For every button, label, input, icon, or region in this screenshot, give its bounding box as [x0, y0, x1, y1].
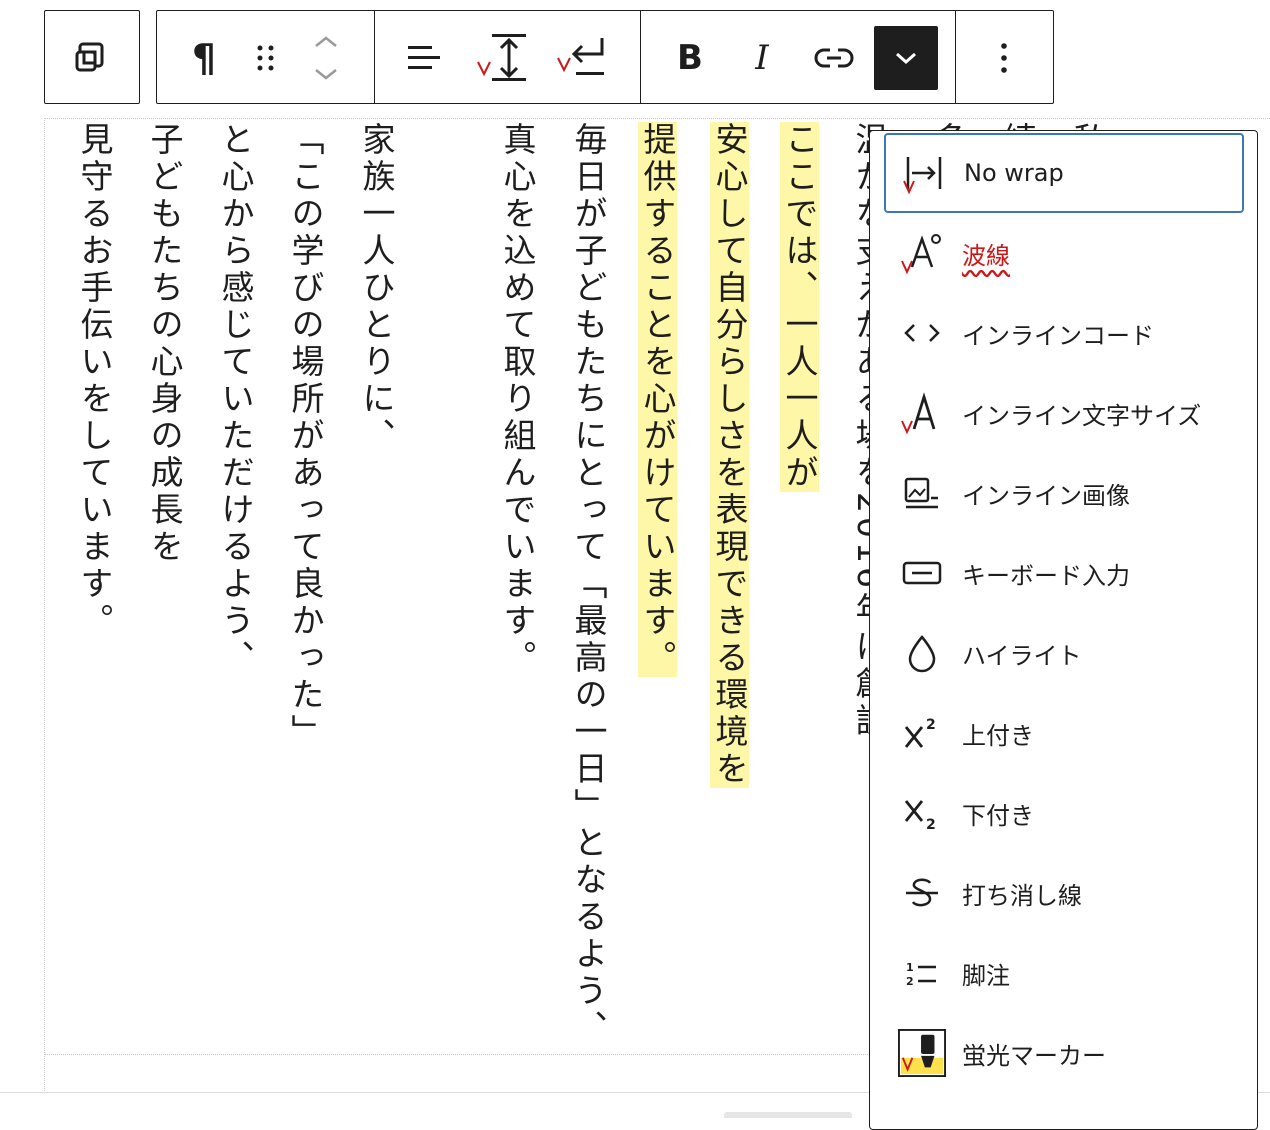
align-button[interactable]	[392, 26, 456, 90]
link-button[interactable]	[802, 26, 866, 90]
menu-item-keyboard-input[interactable]: キーボード入力	[884, 533, 1244, 613]
italic-icon: I	[755, 38, 769, 78]
code-icon	[898, 309, 946, 357]
footnote-icon: 1 2	[898, 949, 946, 997]
menu-item-label: インライン画像	[962, 481, 1130, 510]
droplet-icon	[898, 629, 946, 677]
text-column-3: 安心して自分らしさを表現できる環境を	[710, 122, 749, 788]
text-column-11: 見守るお手伝いをしています。	[75, 122, 114, 640]
svg-text:2: 2	[926, 717, 936, 733]
drag-handle-icon	[257, 45, 274, 71]
menu-item-label: 打ち消し線	[962, 881, 1082, 910]
menu-item-footnote[interactable]: 1 2 脚注	[884, 933, 1244, 1013]
transform-block-button[interactable]	[60, 26, 124, 90]
line-height-icon	[477, 34, 526, 81]
text-column-4: 提供することを心がけています。	[638, 122, 677, 677]
menu-item-label: キーボード入力	[962, 561, 1130, 590]
menu-item-highlighter-marker[interactable]: 蛍光マーカー	[884, 1013, 1244, 1093]
paragraph-button[interactable]: ¶	[172, 26, 236, 90]
block-transform-icon	[75, 42, 104, 72]
font-size-icon	[898, 389, 946, 437]
superscript-icon: 2	[898, 709, 946, 757]
text-column-2: ここでは、一人一人が	[780, 122, 819, 492]
more-vertical-icon	[1001, 43, 1007, 73]
svg-text:1: 1	[906, 961, 914, 974]
svg-text:2: 2	[906, 975, 914, 988]
block-outline-top	[44, 118, 1270, 119]
toolbar-divider	[374, 11, 375, 103]
bold-icon: B	[677, 38, 703, 78]
menu-item-inline-code[interactable]: インラインコード	[884, 293, 1244, 373]
menu-item-label: 蛍光マーカー	[962, 1041, 1106, 1070]
menu-item-label: 脚注	[962, 961, 1010, 990]
menu-item-label: No wrap	[964, 159, 1064, 187]
more-rich-text-button[interactable]	[874, 26, 938, 90]
text-column-9: と心から感じていただけるよう、	[216, 122, 255, 677]
menu-item-label: 上付き	[962, 721, 1034, 750]
chevron-down-icon	[896, 52, 916, 65]
chevron-up-down-icon	[315, 36, 337, 80]
pilcrow-icon: ¶	[191, 36, 217, 80]
keyboard-icon	[898, 549, 946, 597]
menu-item-strikethrough[interactable]: 打ち消し線	[884, 853, 1244, 933]
highlighter-marker-icon	[898, 1029, 946, 1077]
text-column-8: 「この学びの場所があって良かった」	[286, 122, 325, 751]
drag-handle-button[interactable]	[234, 26, 298, 90]
menu-item-inline-image[interactable]: インライン画像	[884, 453, 1244, 533]
line-break-button[interactable]	[550, 26, 614, 90]
menu-item-label: 波線	[962, 241, 1010, 270]
svg-text:2: 2	[926, 817, 936, 833]
menu-item-label: インライン文字サイズ	[962, 401, 1202, 430]
bold-button[interactable]: B	[658, 26, 722, 90]
menu-item-wavy[interactable]: 波線	[884, 213, 1244, 293]
menu-item-label: インラインコード	[962, 321, 1154, 350]
block-outline-left	[44, 118, 45, 1093]
menu-item-superscript[interactable]: 2 上付き	[884, 693, 1244, 773]
text-column-10: 子どもたちの心身の成長を	[145, 122, 184, 566]
move-up-down-button[interactable]	[294, 26, 358, 90]
text-column-5: 毎日が子どもたちにとって「最高の一日」となるよう、	[569, 122, 608, 1047]
menu-item-subscript[interactable]: 2 下付き	[884, 773, 1244, 853]
rich-text-formats-menu: No wrap 波線 インラインコード インライン文字サイズ インライン画像 キ…	[869, 130, 1258, 1130]
menu-item-inline-font-size[interactable]: インライン文字サイズ	[884, 373, 1244, 453]
toolbar-divider	[640, 11, 641, 103]
no-wrap-icon	[900, 149, 948, 197]
options-button[interactable]	[972, 26, 1036, 90]
align-left-icon	[408, 46, 440, 69]
menu-item-label: 下付き	[962, 801, 1034, 830]
italic-button[interactable]: I	[730, 26, 794, 90]
menu-item-no-wrap[interactable]: No wrap	[884, 133, 1244, 213]
menu-item-highlight[interactable]: ハイライト	[884, 613, 1244, 693]
subscript-icon: 2	[898, 789, 946, 837]
strikethrough-icon	[898, 869, 946, 917]
wavy-text-icon	[898, 229, 946, 277]
image-icon	[898, 469, 946, 517]
toolbar-divider	[955, 11, 956, 103]
line-height-button[interactable]	[470, 26, 534, 90]
bottom-scroll-tab[interactable]	[724, 1112, 852, 1118]
menu-item-label: ハイライト	[962, 641, 1082, 670]
text-column-7: 家族一人ひとりに、	[357, 122, 396, 455]
link-icon	[814, 48, 854, 68]
text-column-6: 真心を込めて取り組んでいます。	[498, 122, 537, 677]
return-icon	[557, 38, 604, 75]
